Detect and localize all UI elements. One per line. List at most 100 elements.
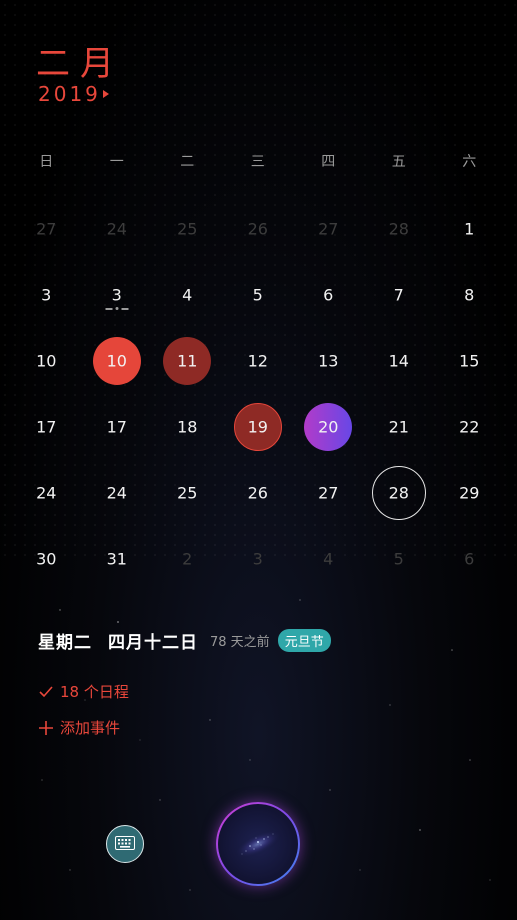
day-number: 13 — [318, 351, 339, 371]
day-number: 15 — [459, 351, 480, 371]
calendar-day[interactable]: 4 — [293, 526, 364, 592]
voice-assistant-button[interactable] — [216, 802, 300, 886]
day-number: 5 — [393, 549, 404, 569]
calendar-day[interactable]: 5 — [223, 262, 294, 328]
day-number: 1 — [464, 219, 475, 239]
calendar-day[interactable]: 4 — [152, 262, 223, 328]
day-number: 3 — [111, 285, 122, 305]
calendar-day[interactable]: 19 — [223, 394, 294, 460]
calendar-day[interactable]: 2 — [152, 526, 223, 592]
calendar-day[interactable]: 15 — [434, 328, 505, 394]
day-number: 4 — [323, 549, 334, 569]
calendar-day[interactable]: 10 — [82, 328, 153, 394]
day-number: 28 — [388, 219, 409, 239]
calendar-day[interactable]: 13 — [293, 328, 364, 394]
day-number: 30 — [36, 549, 57, 569]
calendar-day[interactable]: 14 — [364, 328, 435, 394]
calendar-day[interactable]: 18 — [152, 394, 223, 460]
calendar-day[interactable]: 10 — [11, 328, 82, 394]
day-number: 24 — [106, 483, 127, 503]
day-number: 12 — [247, 351, 268, 371]
calendar-week: 17 17 18 19 20 21 22 — [11, 394, 505, 460]
lunar-date: 四月十二日 — [108, 633, 198, 653]
day-number: 17 — [36, 417, 57, 437]
calendar-day[interactable]: 3 — [82, 262, 153, 328]
day-number: 3 — [41, 285, 52, 305]
calendar-day[interactable]: 8 — [434, 262, 505, 328]
calendar-day[interactable]: 30 — [11, 526, 82, 592]
year-label: 2019 — [38, 82, 101, 106]
day-number: 6 — [464, 549, 475, 569]
day-number: 5 — [252, 285, 263, 305]
day-number: 11 — [177, 351, 198, 371]
selected-day-info: 星期二 四月十二日 78 天之前 元旦节 — [38, 628, 331, 653]
calendar-day[interactable]: 7 — [364, 262, 435, 328]
calendar-week: 30 31 2 3 4 5 6 — [11, 526, 505, 592]
day-number: 14 — [388, 351, 409, 371]
weekday-label: 二 — [180, 154, 195, 170]
calendar-day[interactable]: 26 — [223, 460, 294, 526]
calendar-day[interactable]: 27 — [11, 196, 82, 262]
calendar-day[interactable]: 28 — [364, 460, 435, 526]
calendar-day[interactable]: 21 — [364, 394, 435, 460]
day-number: 27 — [36, 219, 57, 239]
calendar-day[interactable]: 20 — [293, 394, 364, 460]
plus-icon — [38, 720, 54, 736]
calendar-day[interactable]: 24 — [11, 460, 82, 526]
calendar-day[interactable]: 3 — [11, 262, 82, 328]
day-number: 29 — [459, 483, 480, 503]
calendar-day[interactable]: 12 — [223, 328, 294, 394]
day-number: 19 — [247, 417, 268, 437]
calendar-week: 3 3 4 5 6 7 8 — [11, 262, 505, 328]
calendar-day[interactable]: 26 — [223, 196, 294, 262]
day-number: 25 — [177, 483, 198, 503]
calendar-day[interactable]: 17 — [11, 394, 82, 460]
day-number: 27 — [318, 483, 339, 503]
weekday-label: 四 — [321, 154, 336, 170]
add-event-label: 添加事件 — [60, 719, 121, 737]
holiday-badge[interactable]: 元旦节 — [277, 629, 331, 652]
day-number: 31 — [106, 549, 127, 569]
calendar-day[interactable]: 1 — [434, 196, 505, 262]
day-number: 10 — [36, 351, 57, 371]
day-number: 4 — [182, 285, 193, 305]
day-number: 6 — [323, 285, 334, 305]
calendar-day[interactable]: 6 — [293, 262, 364, 328]
calendar-day[interactable]: 24 — [82, 460, 153, 526]
calendar-day[interactable]: 24 — [82, 196, 153, 262]
events-link[interactable]: 18 个日程 — [38, 681, 129, 702]
day-number: 20 — [318, 417, 339, 437]
calendar-day[interactable]: 5 — [364, 526, 435, 592]
keyboard-button[interactable] — [106, 825, 144, 863]
day-number: 27 — [318, 219, 339, 239]
day-number: 25 — [177, 219, 198, 239]
calendar-day[interactable]: 29 — [434, 460, 505, 526]
day-number: 26 — [247, 483, 268, 503]
calendar-day[interactable]: 25 — [152, 460, 223, 526]
weekday-label: 五 — [391, 154, 406, 170]
calendar-day[interactable]: 22 — [434, 394, 505, 460]
add-event-button[interactable]: 添加事件 — [38, 717, 120, 738]
day-number: 26 — [247, 219, 268, 239]
calendar-day[interactable]: 11 — [152, 328, 223, 394]
calendar-day[interactable]: 31 — [82, 526, 153, 592]
calendar-day[interactable]: 3 — [223, 526, 294, 592]
selected-weekday: 星期二 — [38, 633, 92, 653]
day-number: 22 — [459, 417, 480, 437]
calendar-day[interactable]: 27 — [293, 196, 364, 262]
calendar-day[interactable]: 27 — [293, 460, 364, 526]
check-icon — [38, 684, 54, 700]
year-selector[interactable]: 2019 — [38, 82, 109, 106]
day-number: 17 — [106, 417, 127, 437]
day-number: 24 — [36, 483, 57, 503]
day-number: 28 — [388, 483, 409, 503]
calendar-day[interactable]: 17 — [82, 394, 153, 460]
day-number: 18 — [177, 417, 198, 437]
keyboard-icon — [115, 835, 135, 854]
day-number: 3 — [252, 549, 263, 569]
calendar-day[interactable]: 28 — [364, 196, 435, 262]
calendar-day[interactable]: 6 — [434, 526, 505, 592]
weekday-label: 六 — [462, 154, 477, 170]
calendar-week: 24 24 25 26 27 28 29 — [11, 460, 505, 526]
calendar-day[interactable]: 25 — [152, 196, 223, 262]
